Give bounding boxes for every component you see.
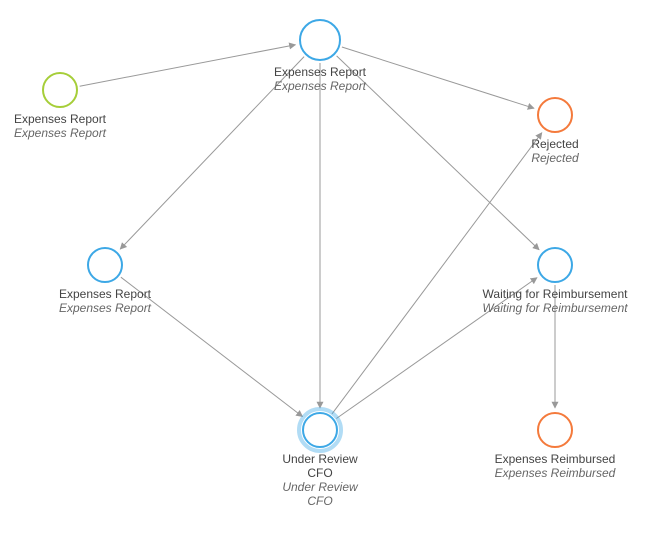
node-left-circle bbox=[88, 248, 122, 282]
node-start[interactable]: Expenses ReportExpenses Report bbox=[14, 73, 107, 140]
node-start-title: Expenses Report bbox=[14, 112, 107, 126]
node-left-subtitle: Expenses Report bbox=[59, 301, 152, 315]
node-left-title: Expenses Report bbox=[59, 287, 152, 301]
node-top-title: Expenses Report bbox=[274, 65, 367, 79]
node-top-subtitle: Expenses Report bbox=[274, 79, 367, 93]
node-rejected-subtitle: Rejected bbox=[531, 151, 579, 165]
node-rejected[interactable]: RejectedRejected bbox=[531, 98, 579, 165]
edge-review-to-rejected bbox=[332, 133, 542, 414]
edge-top-to-waiting bbox=[337, 56, 539, 250]
node-reimbursed-title: Expenses Reimbursed bbox=[495, 452, 616, 466]
node-start-subtitle: Expenses Report bbox=[14, 126, 107, 140]
node-review-title: CFO bbox=[307, 466, 332, 480]
node-rejected-circle bbox=[538, 98, 572, 132]
node-top-circle bbox=[300, 20, 340, 60]
edge-top-to-rejected bbox=[342, 47, 534, 108]
node-top[interactable]: Expenses ReportExpenses Report bbox=[274, 20, 367, 93]
node-review-subtitle: CFO bbox=[307, 494, 332, 508]
node-reimbursed[interactable]: Expenses ReimbursedExpenses Reimbursed bbox=[495, 413, 616, 480]
node-review-circle bbox=[303, 413, 337, 447]
node-review-subtitle: Under Review bbox=[282, 480, 359, 494]
node-rejected-title: Rejected bbox=[531, 137, 578, 151]
node-reimbursed-subtitle: Expenses Reimbursed bbox=[495, 466, 616, 480]
node-left[interactable]: Expenses ReportExpenses Report bbox=[59, 248, 152, 315]
node-review-title: Under Review bbox=[282, 452, 358, 466]
node-review[interactable]: Under ReviewCFOUnder ReviewCFO bbox=[282, 409, 359, 508]
node-waiting-title: Waiting for Reimbursement bbox=[483, 287, 629, 301]
node-reimbursed-circle bbox=[538, 413, 572, 447]
node-waiting-subtitle: Waiting for Reimbursement bbox=[482, 301, 628, 315]
node-start-circle bbox=[43, 73, 77, 107]
edge-start-to-top bbox=[80, 45, 296, 87]
node-waiting-circle bbox=[538, 248, 572, 282]
node-waiting[interactable]: Waiting for ReimbursementWaiting for Rei… bbox=[482, 248, 628, 315]
workflow-diagram: Expenses ReportExpenses ReportExpenses R… bbox=[0, 0, 650, 544]
